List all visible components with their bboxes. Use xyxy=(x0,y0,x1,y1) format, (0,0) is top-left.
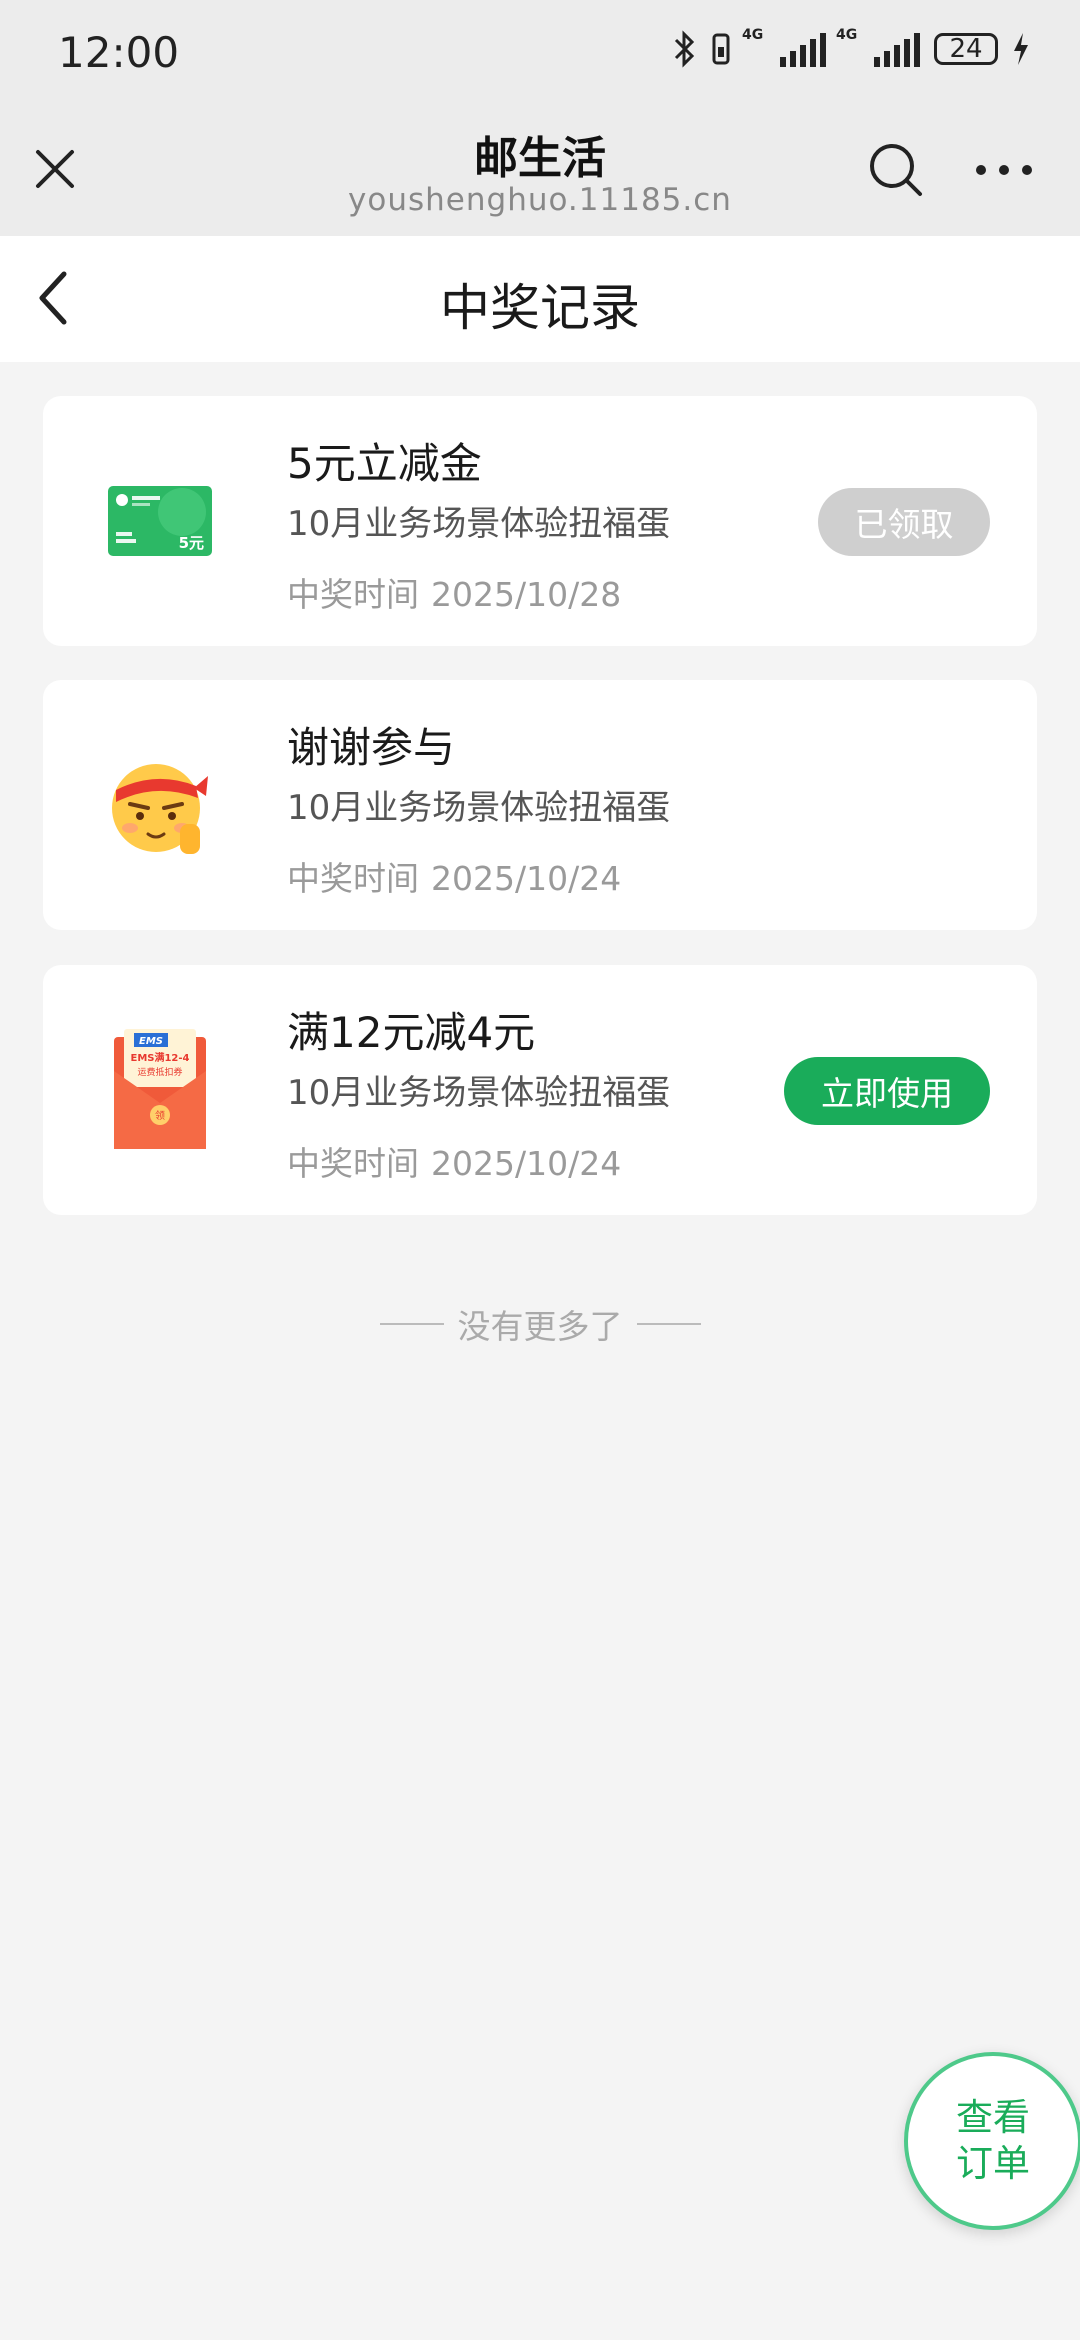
use-now-button[interactable]: 立即使用 xyxy=(784,1057,990,1125)
prize-record-card[interactable]: 5元 5元立减金 10月业务场景体验扭福蛋 中奖时间 2025/10/28 已领取 xyxy=(43,396,1037,646)
prize-time-label: 中奖时间 xyxy=(287,575,419,614)
prize-activity: 10月业务场景体验扭福蛋 xyxy=(287,788,671,828)
prize-time: 中奖时间 2025/10/24 xyxy=(287,852,621,900)
prize-record-card[interactable]: 谢谢参与 10月业务场景体验扭福蛋 中奖时间 2025/10/24 xyxy=(43,680,1037,930)
ems-red-envelope-icon: EMS EMS满12-4 运费抵扣券 领 xyxy=(105,1020,215,1160)
end-of-list-text: 没有更多了 xyxy=(457,1307,623,1346)
voucher-card-icon: 5元 xyxy=(105,451,215,591)
prize-time: 中奖时间 2025/10/28 xyxy=(287,568,621,616)
prize-activity: 10月业务场景体验扭福蛋 xyxy=(287,1073,671,1113)
charging-icon xyxy=(1014,33,1028,65)
battery-level: 24 xyxy=(949,34,983,64)
battery-icon: 24 xyxy=(934,33,998,65)
view-orders-button[interactable]: 查看 订单 xyxy=(904,2052,1080,2230)
prize-time-value: 2025/10/24 xyxy=(431,859,622,898)
prize-record-card[interactable]: EMS EMS满12-4 运费抵扣券 领 满12元减4元 10月业务场景体验扭福… xyxy=(43,965,1037,1215)
signal-icon-2: 4G xyxy=(836,27,920,67)
divider-line xyxy=(636,1323,701,1325)
more-options-icon[interactable] xyxy=(976,158,1032,182)
divider-line xyxy=(379,1323,444,1325)
ems-coupon-text: EMS满12-4 xyxy=(130,1051,189,1064)
status-time: 12:00 xyxy=(58,28,180,77)
view-orders-line2: 订单 xyxy=(956,2142,1030,2185)
page-header: 中奖记录 xyxy=(0,236,1080,362)
ems-seal-text: 领 xyxy=(155,1109,165,1122)
voucher-card-text: 5元 xyxy=(179,534,204,552)
prize-time-label: 中奖时间 xyxy=(287,1144,419,1183)
cheer-emoji-icon xyxy=(105,735,215,875)
status-bar: 12:00 4G 4G 24 xyxy=(0,0,1080,108)
end-of-list-note: 没有更多了 xyxy=(0,1300,1080,1348)
view-orders-line1: 查看 xyxy=(956,2096,1030,2139)
prize-time-value: 2025/10/24 xyxy=(431,1144,622,1183)
ems-brand-text: EMS xyxy=(139,1036,163,1047)
prize-title: 谢谢参与 xyxy=(287,723,456,772)
browser-header: 邮生活 youshenghuo.11185.cn xyxy=(0,108,1080,236)
prize-title: 5元立减金 xyxy=(287,439,482,488)
prize-time: 中奖时间 2025/10/24 xyxy=(287,1137,621,1185)
status-icons: 4G 4G 24 xyxy=(672,27,1030,68)
prize-activity: 10月业务场景体验扭福蛋 xyxy=(287,504,671,544)
search-icon[interactable] xyxy=(866,140,926,200)
signal-icon: 4G xyxy=(742,27,826,67)
ems-coupon-subtext: 运费抵扣券 xyxy=(137,1066,182,1078)
page-title: 中奖记录 xyxy=(440,279,640,337)
bluetooth-icon xyxy=(674,30,695,68)
prize-title: 满12元减4元 xyxy=(287,1008,536,1057)
vibrate-icon xyxy=(712,33,730,65)
claimed-button[interactable]: 已领取 xyxy=(818,488,990,556)
prize-time-label: 中奖时间 xyxy=(287,859,419,898)
prize-time-value: 2025/10/28 xyxy=(431,575,622,614)
